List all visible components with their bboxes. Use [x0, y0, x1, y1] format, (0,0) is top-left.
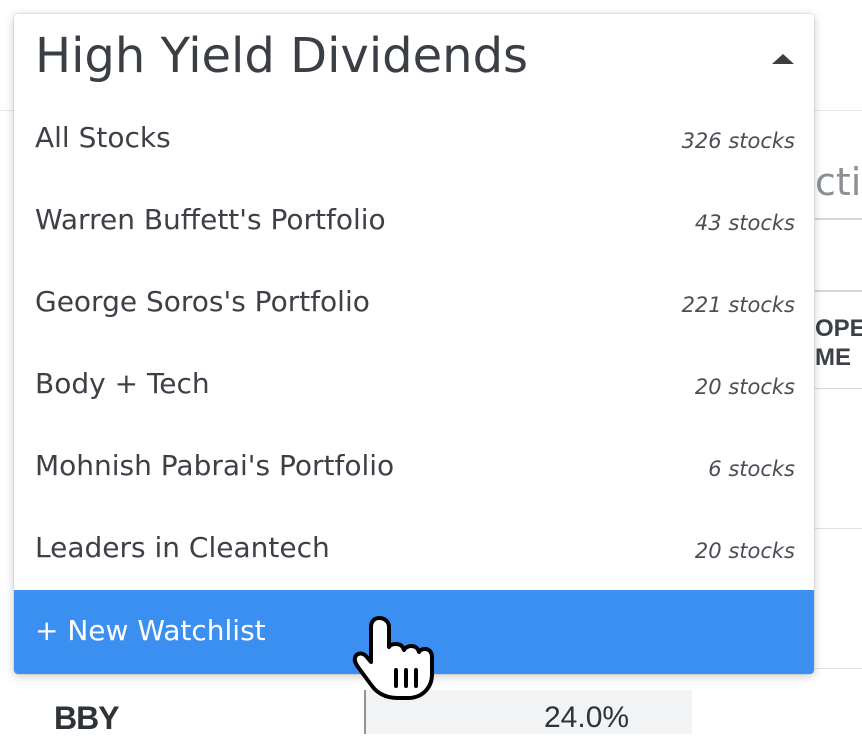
watchlist-option-warren-buffett[interactable]: Warren Buffett's Portfolio 43 stocks [14, 181, 814, 263]
watchlist-option-name: George Soros's Portfolio [35, 285, 370, 318]
watchlist-option-count: 221 stocks [681, 293, 795, 317]
watchlist-option-count: 6 stocks [708, 457, 795, 481]
watchlist-option-name: Mohnish Pabrai's Portfolio [35, 449, 395, 482]
ticker-value: 24.0% [544, 701, 630, 734]
watchlist-option-name: Body + Tech [35, 367, 210, 400]
watchlist-option-count: 326 stocks [681, 129, 795, 153]
watchlist-dropdown: High Yield Dividends All Stocks 326 stoc… [14, 14, 814, 674]
watchlist-option-body-tech[interactable]: Body + Tech 20 stocks [14, 345, 814, 427]
watchlist-option-mohnish-pabrai[interactable]: Mohnish Pabrai's Portfolio 6 stocks [14, 427, 814, 509]
watchlist-options: All Stocks 326 stocks Warren Buffett's P… [14, 99, 814, 591]
section-divider [815, 218, 862, 220]
section-title-fragment: ctio [815, 160, 862, 204]
caret-up-icon [772, 54, 794, 64]
table-row-divider [815, 528, 862, 529]
watchlist-option-all-stocks[interactable]: All Stocks 326 stocks [14, 99, 814, 181]
new-watchlist-label: + New Watchlist [35, 614, 266, 647]
watchlist-option-leaders-cleantech[interactable]: Leaders in Cleantech 20 stocks [14, 509, 814, 591]
watchlist-option-count: 43 stocks [694, 211, 795, 235]
table-header-bottom-border [815, 388, 862, 389]
column-header-fragment: OPE ME [815, 315, 862, 371]
table-header-top-border [815, 290, 862, 292]
watchlist-option-name: All Stocks [35, 121, 171, 154]
table-row-divider [815, 668, 862, 669]
watchlist-option-count: 20 stocks [694, 375, 795, 399]
hand-pointer-cursor-icon [352, 616, 434, 700]
selected-watchlist-title: High Yield Dividends [35, 28, 529, 84]
watchlist-option-george-soros[interactable]: George Soros's Portfolio 221 stocks [14, 263, 814, 345]
watchlist-option-name: Warren Buffett's Portfolio [35, 203, 386, 236]
watchlist-dropdown-toggle[interactable]: High Yield Dividends [14, 14, 814, 106]
watchlist-option-count: 20 stocks [694, 539, 795, 563]
watchlist-option-name: Leaders in Cleantech [35, 531, 330, 564]
ticker-symbol[interactable]: BBY [54, 700, 120, 737]
